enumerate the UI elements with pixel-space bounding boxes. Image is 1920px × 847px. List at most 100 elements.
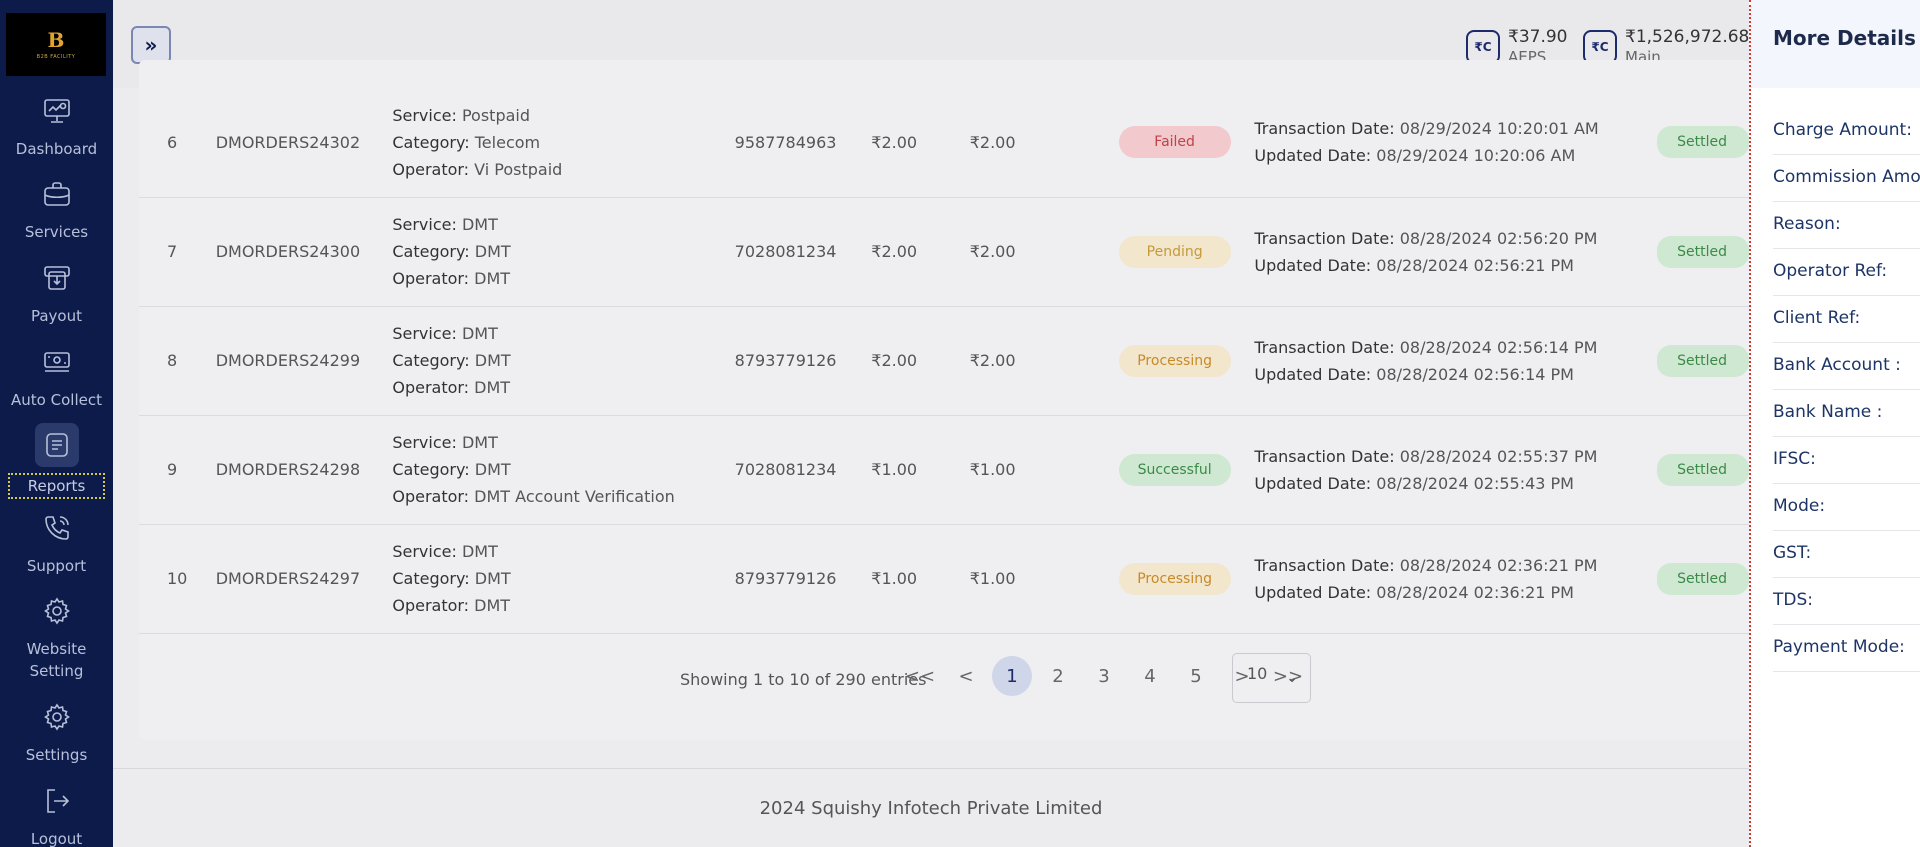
sidebar-item-label: Website Setting	[26, 640, 87, 680]
detail-field-label: IFSC:	[1773, 437, 1920, 484]
updated-date-label: Updated Date:	[1254, 364, 1372, 384]
settlement-badge: Settled	[1657, 126, 1749, 159]
wallet-amount: ₹1,526,972.68	[1625, 27, 1750, 47]
briefcase-icon	[40, 177, 74, 211]
row-number: 7	[139, 197, 216, 307]
detail-field-label: Payment Mode:	[1773, 625, 1920, 672]
sidebar-item-support[interactable]: Support	[0, 511, 113, 577]
order-id: DMORDERS24299	[215, 306, 393, 416]
sidebar-item-payout[interactable]: Payout	[0, 261, 113, 327]
table-row[interactable]: 7 DMORDERS24300 Service: DMT Category: DMT O…	[139, 197, 1749, 307]
operator-value: DMT	[474, 596, 511, 615]
category-label: Category:	[392, 351, 470, 370]
mobile-number: 8793779126	[734, 524, 872, 634]
status-badge: Failed	[1118, 126, 1231, 159]
first-page-button[interactable]: <<	[900, 656, 940, 696]
service-value: DMT	[461, 324, 498, 343]
table-row[interactable]: 6 DMORDERS24302 Service: Postpaid Category:…	[139, 88, 1749, 198]
status-badge: Successful	[1118, 453, 1231, 486]
updated-date-value: 08/29/2024 10:20:06 AM	[1376, 146, 1576, 166]
page-size-select[interactable]: 10 ⌄	[1232, 653, 1311, 703]
settlement-badge: Settled	[1657, 453, 1749, 486]
updated-date-label: Updated Date:	[1254, 473, 1372, 493]
prev-page-button[interactable]: <	[946, 656, 986, 696]
updated-date-label: Updated Date:	[1254, 255, 1372, 275]
page-2-button[interactable]: 2	[1038, 656, 1078, 696]
page-5-button[interactable]: 5	[1176, 656, 1216, 696]
transaction-date-value: 08/29/2024 10:20:01 AM	[1399, 119, 1599, 139]
category-label: Category:	[392, 569, 470, 588]
detail-field-label: Reason:	[1773, 202, 1920, 249]
panel-title: More Details	[1773, 26, 1916, 50]
row-number: 10	[139, 524, 216, 634]
sidebar-item-label: Settings	[25, 746, 88, 764]
transaction-date-label: Transaction Date:	[1254, 555, 1395, 575]
date-details: Transaction Date: 08/28/2024 02:55:37 PM…	[1254, 415, 1658, 525]
table-row[interactable]: 10 DMORDERS24297 Service: DMT Category: DMT…	[139, 524, 1749, 634]
settlement-badge: Settled	[1657, 344, 1749, 377]
table-row[interactable]: 9 DMORDERS24298 Service: DMT Category: DMT O…	[139, 415, 1749, 525]
page-1-button[interactable]: 1	[992, 656, 1032, 696]
sidebar-item-label: Auto Collect	[11, 391, 102, 409]
row-number: 8	[139, 306, 216, 416]
pagination: Showing 1 to 10 of 290 entries << < 1 2 …	[139, 653, 1749, 706]
sidebar-item-logout[interactable]: Logout	[0, 784, 113, 847]
service-details: Service: DMT Category: DMT Operator: DMT A…	[392, 415, 735, 525]
date-details: Transaction Date: 08/28/2024 02:56:14 PM…	[1254, 306, 1658, 416]
sidebar-item-auto-collect[interactable]: Auto Collect	[0, 345, 113, 411]
amount: ₹1.00	[871, 415, 970, 525]
wallet-icon: ₹C	[1583, 30, 1617, 64]
pagination-info: Showing 1 to 10 of 290 entries	[680, 670, 927, 689]
commission: ₹2.00	[969, 88, 1119, 198]
commission: ₹1.00	[969, 415, 1119, 525]
logo-mark: B	[47, 27, 65, 52]
detail-field-label: Commission Amount:	[1773, 155, 1920, 202]
operator-value: DMT	[474, 269, 511, 288]
service-label: Service:	[392, 324, 457, 343]
page-3-button[interactable]: 3	[1084, 656, 1124, 696]
category-value: DMT	[474, 351, 511, 370]
operator-value: DMT Account Verification	[474, 487, 675, 506]
sidebar-item-dashboard[interactable]: Dashboard	[0, 94, 113, 160]
detail-field-label: Bank Account :	[1773, 343, 1920, 390]
detail-field-label: Charge Amount:	[1773, 108, 1920, 155]
service-label: Service:	[392, 433, 457, 452]
order-id: DMORDERS24302	[215, 88, 393, 198]
service-value: DMT	[461, 542, 498, 561]
report-icon	[34, 423, 79, 467]
mobile-number: 7028081234	[734, 415, 872, 525]
table-row[interactable]: 8 DMORDERS24299 Service: DMT Category: DMT O…	[139, 306, 1749, 416]
amount: ₹1.00	[871, 524, 970, 634]
date-details: Transaction Date: 08/28/2024 02:36:21 PM…	[1254, 524, 1658, 634]
panel-header: More Details	[1751, 0, 1920, 88]
wallet-amount: ₹37.90	[1508, 27, 1568, 47]
service-label: Service:	[392, 105, 457, 125]
sidebar-item-settings[interactable]: Settings	[0, 700, 113, 766]
brand-logo[interactable]: B B2B FACILITY	[6, 13, 106, 76]
service-value: Postpaid	[461, 105, 531, 125]
updated-date-value: 08/28/2024 02:56:14 PM	[1376, 364, 1574, 384]
amount: ₹2.00	[871, 88, 970, 198]
mobile-number: 8793779126	[734, 306, 872, 416]
operator-label: Operator:	[392, 487, 470, 506]
sidebar-item-reports[interactable]: Reports	[0, 423, 113, 499]
sidebar-item-services[interactable]: Services	[0, 177, 113, 243]
mobile-number: 7028081234	[734, 197, 872, 307]
page-4-button[interactable]: 4	[1130, 656, 1170, 696]
updated-date-value: 08/28/2024 02:55:43 PM	[1376, 473, 1574, 493]
sidebar-item-website-setting[interactable]: Website Setting	[0, 594, 113, 682]
service-value: DMT	[461, 433, 498, 452]
order-id: DMORDERS24297	[215, 524, 393, 634]
updated-date-value: 08/28/2024 02:56:21 PM	[1376, 255, 1574, 275]
more-details-panel: More Details Charge Amount: Commission Am…	[1749, 0, 1920, 847]
sidebar-item-label: Support	[26, 557, 87, 575]
detail-field-label: TDS:	[1773, 578, 1920, 625]
expand-sidebar-button[interactable]: »	[131, 26, 171, 64]
service-details: Service: DMT Category: DMT Operator: DMT	[392, 306, 735, 416]
sidebar-item-label: Logout	[30, 830, 83, 847]
category-value: DMT	[474, 242, 511, 261]
updated-date-label: Updated Date:	[1254, 582, 1372, 602]
chevron-down-icon: ⌄	[1286, 670, 1298, 686]
payout-icon	[40, 261, 74, 295]
commission: ₹2.00	[969, 197, 1119, 307]
